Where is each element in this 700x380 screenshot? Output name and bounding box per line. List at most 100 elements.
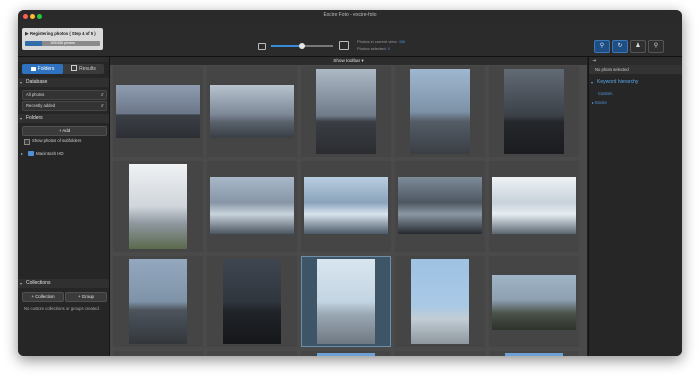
registration-progress: ▶ Registering photos ( Step 4 of 5 ) 105… xyxy=(22,28,103,50)
photo-thumbnail xyxy=(410,69,470,154)
sidebar-top-bar xyxy=(18,57,109,62)
large-thumbnail-icon[interactable] xyxy=(339,41,349,50)
photo-cell[interactable] xyxy=(489,256,579,347)
folders-section-header[interactable]: ▾ Folders xyxy=(18,114,109,123)
photo-thumbnail xyxy=(316,69,376,154)
database-select[interactable]: All photos ⇵ xyxy=(22,90,107,100)
photo-cell[interactable] xyxy=(395,351,485,356)
subfolders-label: Show photos of subfolders xyxy=(32,138,82,143)
photo-cell[interactable] xyxy=(395,161,485,252)
add-group-button[interactable]: + Group xyxy=(65,292,107,302)
photo-cell[interactable] xyxy=(207,351,297,356)
add-folder-button[interactable]: + Add xyxy=(22,126,107,136)
app-window: Excire Foto - excire-foto ▶ Registering … xyxy=(18,10,682,356)
collections-section-header[interactable]: ▾ Collections xyxy=(18,279,109,288)
photo-cell-selected[interactable] xyxy=(301,256,391,347)
photo-thumbnail xyxy=(505,353,563,356)
people-icon: ♟ xyxy=(635,43,641,49)
tag-button[interactable]: ⚲ xyxy=(594,40,610,53)
photo-thumbnail xyxy=(492,177,576,234)
photo-grid: Show toolbar ▾ xyxy=(110,57,587,356)
dropdown-arrow-icon: ⇵ xyxy=(100,92,104,97)
photo-cell[interactable] xyxy=(301,66,391,157)
photo-cell[interactable] xyxy=(113,351,203,356)
people-button[interactable]: ♟ xyxy=(630,40,646,53)
photo-cell[interactable] xyxy=(113,161,203,252)
tab-results[interactable]: Results xyxy=(63,64,104,74)
dropdown-arrow-icon: ⇵ xyxy=(100,103,104,108)
chevron-down-icon: ▾ xyxy=(20,80,23,85)
refresh-button[interactable]: ↻ xyxy=(612,40,628,53)
title-bar: Excire Foto - excire-foto xyxy=(18,10,682,24)
thumbnail-size-slider[interactable] xyxy=(271,42,333,49)
photo-thumbnail xyxy=(223,259,281,344)
progress-count: 105/456 photos xyxy=(50,41,75,45)
right-panel-top-bar: ⇥ xyxy=(589,57,682,65)
show-toolbar-bar: Show toolbar ▾ xyxy=(110,57,587,65)
photos-in-view-value: 456 xyxy=(398,39,406,44)
photo-thumbnail xyxy=(492,275,576,330)
show-toolbar-button[interactable]: Show toolbar ▾ xyxy=(110,57,587,65)
photo-cell[interactable] xyxy=(207,66,297,157)
photo-cell[interactable] xyxy=(489,161,579,252)
search-button[interactable]: ⚲ xyxy=(648,40,664,53)
photo-cell[interactable] xyxy=(489,351,579,356)
photos-selected-value: 0 xyxy=(387,46,390,51)
photo-thumbnail xyxy=(116,85,200,138)
folder-item-macintosh-hd[interactable]: ▸ Macintosh HD xyxy=(18,149,109,158)
photo-thumbnail xyxy=(317,259,375,344)
collapse-panel-icon[interactable]: ⇥ xyxy=(592,58,596,64)
database-section-header[interactable]: ▾ Database xyxy=(18,78,109,87)
chevron-right-icon: ▸ xyxy=(21,151,24,156)
photo-cell[interactable] xyxy=(489,66,579,157)
photo-thumbnail xyxy=(504,69,564,154)
results-icon xyxy=(71,64,78,71)
keyword-item-excire[interactable]: ▸ Excire xyxy=(592,100,607,105)
keyword-item-custom[interactable]: Custom xyxy=(598,91,612,96)
chevron-right-icon: ▸ xyxy=(592,100,595,105)
photo-thumbnail xyxy=(411,259,469,344)
folder-icon xyxy=(28,151,34,156)
photos-in-view: Photos in current view: 456 xyxy=(357,39,406,44)
no-collections-message: No custom collections or groups created. xyxy=(24,306,100,311)
chevron-down-icon: ▾ xyxy=(20,116,23,121)
progress-bar: 105/456 photos xyxy=(25,41,100,46)
selection-status: No photo selected xyxy=(589,65,682,74)
slider-fill xyxy=(271,45,302,47)
slider-knob[interactable] xyxy=(299,42,305,49)
photo-cell[interactable] xyxy=(207,161,297,252)
photo-thumbnail xyxy=(210,85,294,138)
photo-cell[interactable] xyxy=(207,256,297,347)
photo-thumbnail xyxy=(129,164,187,249)
subfolders-checkbox[interactable] xyxy=(24,139,30,145)
photo-thumbnail xyxy=(210,177,294,234)
main-toolbar: ▶ Registering photos ( Step 4 of 5 ) 105… xyxy=(18,23,682,57)
photo-thumbnail xyxy=(129,259,187,344)
photo-thumbnail xyxy=(304,177,388,234)
photo-cell[interactable] xyxy=(113,66,203,157)
small-thumbnail-icon[interactable] xyxy=(258,43,266,50)
photos-selected: Photos selected: 0 xyxy=(357,46,390,51)
right-panel: ⇥ No photo selected ▾ Keyword hierarchy … xyxy=(588,57,682,356)
photo-cell[interactable] xyxy=(301,161,391,252)
progress-label: Registering photos ( Step 4 of 5 ) xyxy=(30,31,96,36)
photo-thumbnail xyxy=(317,353,375,356)
photo-cell[interactable] xyxy=(395,256,485,347)
registering-icon: ▶ xyxy=(25,31,29,37)
photo-cell[interactable] xyxy=(301,351,391,356)
tab-folders[interactable]: Folders xyxy=(22,64,63,74)
tag-icon: ⚲ xyxy=(599,43,605,49)
photo-thumbnail xyxy=(398,177,482,234)
search-icon: ⚲ xyxy=(653,43,659,49)
keyword-hierarchy-header[interactable]: ▾ Keyword hierarchy xyxy=(589,78,682,87)
refresh-icon: ↻ xyxy=(617,43,623,49)
left-sidebar: Folders Results ▾ Database All photos ⇵ … xyxy=(18,57,110,356)
photo-cell[interactable] xyxy=(113,256,203,347)
sort-select[interactable]: Recently added ⇵ xyxy=(22,101,107,111)
photo-cell[interactable] xyxy=(395,66,485,157)
folder-icon xyxy=(30,66,36,71)
sidebar-tabs: Folders Results xyxy=(22,64,104,74)
chevron-down-icon: ▾ xyxy=(591,80,594,85)
add-collection-button[interactable]: + Collection xyxy=(22,292,64,302)
chevron-down-icon: ▾ xyxy=(361,58,364,63)
